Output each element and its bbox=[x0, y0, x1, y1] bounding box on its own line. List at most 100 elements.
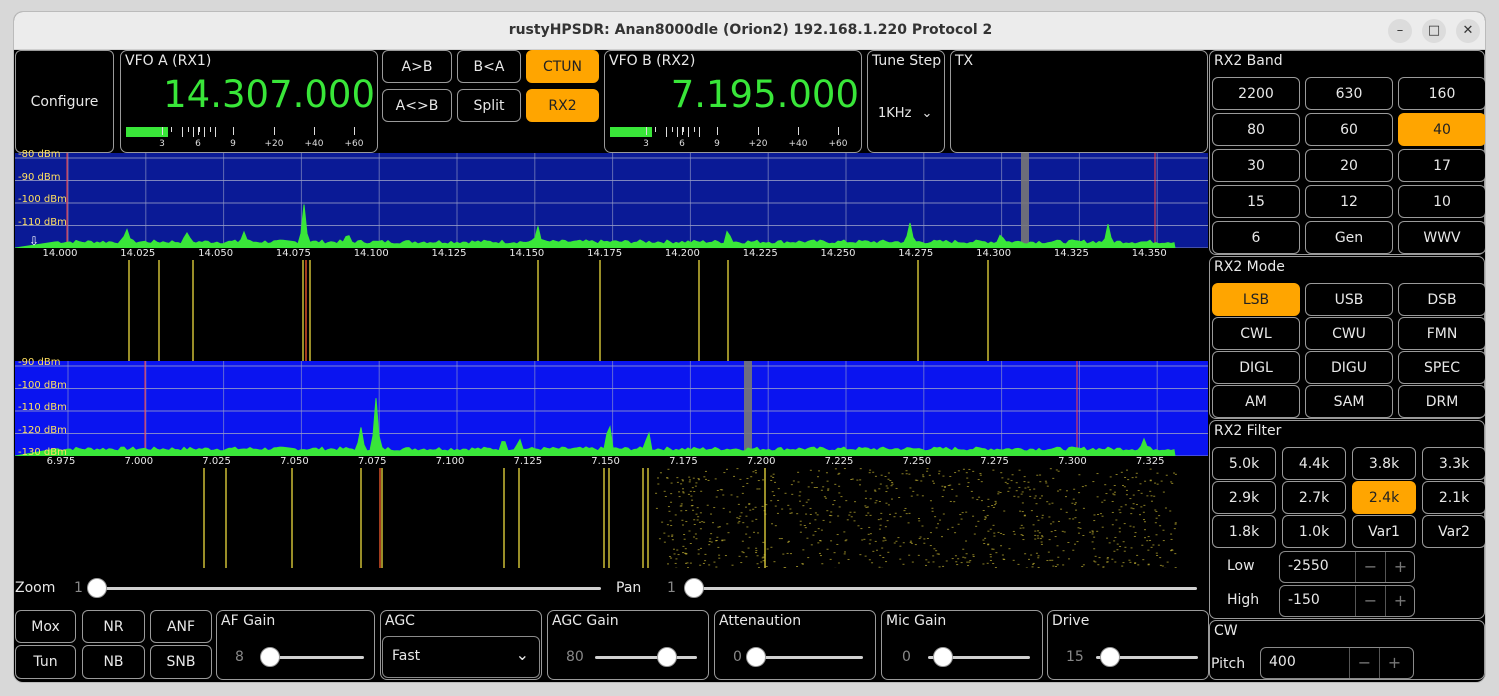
rx2-waterfall[interactable] bbox=[15, 468, 1208, 568]
waterfall-noise bbox=[1033, 497, 1036, 499]
rx1-spectrum[interactable] bbox=[15, 153, 1208, 248]
waterfall-noise bbox=[1101, 515, 1104, 517]
waterfall-noise bbox=[690, 505, 693, 507]
filter-button-2-4k[interactable]: 2.4k bbox=[1352, 481, 1416, 514]
minus-icon[interactable]: − bbox=[1355, 552, 1385, 582]
mode-button-drm[interactable]: DRM bbox=[1398, 385, 1485, 418]
filter-button-4-4k[interactable]: 4.4k bbox=[1282, 447, 1346, 480]
filter-button-var2[interactable]: Var2 bbox=[1422, 515, 1485, 548]
mox-button[interactable]: Mox bbox=[15, 610, 76, 643]
waterfall-noise bbox=[815, 486, 818, 488]
mode-button-usb[interactable]: USB bbox=[1305, 283, 1393, 316]
vfo-a-frequency[interactable]: 14.307.000 bbox=[163, 73, 375, 116]
attenuation-slider-handle[interactable] bbox=[746, 647, 766, 667]
agc-gain-slider-track[interactable] bbox=[595, 656, 697, 659]
waterfall-noise bbox=[1045, 482, 1048, 484]
b-to-a-button[interactable]: B<A bbox=[457, 50, 521, 83]
vfo-b-frequency[interactable]: 7.195.000 bbox=[671, 73, 859, 116]
filter-button-var1[interactable]: Var1 bbox=[1352, 515, 1416, 548]
snb-button[interactable]: SNB bbox=[150, 645, 212, 679]
a-to-b-button[interactable]: A>B bbox=[382, 50, 452, 83]
mode-button-digu[interactable]: DIGU bbox=[1305, 351, 1393, 384]
maximize-icon[interactable]: □ bbox=[1422, 19, 1446, 43]
mode-button-spec[interactable]: SPEC bbox=[1398, 351, 1485, 384]
filter-low-stepper[interactable]: -2550 − + bbox=[1279, 551, 1415, 583]
band-button-40[interactable]: 40 bbox=[1398, 113, 1485, 146]
mode-button-fmn[interactable]: FMN bbox=[1398, 317, 1485, 350]
split-button[interactable]: Split bbox=[457, 89, 521, 122]
rx2-button[interactable]: RX2 bbox=[526, 89, 599, 122]
filter-button-1-8k[interactable]: 1.8k bbox=[1212, 515, 1276, 548]
filter-button-2-7k[interactable]: 2.7k bbox=[1282, 481, 1346, 514]
filter-button-3-8k[interactable]: 3.8k bbox=[1352, 447, 1416, 480]
waterfall-noise bbox=[881, 547, 884, 549]
configure-button[interactable]: Configure bbox=[15, 50, 114, 153]
mode-button-digl[interactable]: DIGL bbox=[1212, 351, 1300, 384]
band-button-160[interactable]: 160 bbox=[1398, 77, 1485, 110]
ctun-button[interactable]: CTUN bbox=[526, 50, 599, 83]
filter-button-2-1k[interactable]: 2.1k bbox=[1422, 481, 1485, 514]
waterfall-noise bbox=[880, 512, 883, 514]
filter-button-5-0k[interactable]: 5.0k bbox=[1212, 447, 1276, 480]
nr-button[interactable]: NR bbox=[82, 610, 145, 643]
minimize-icon[interactable]: – bbox=[1388, 19, 1412, 43]
mode-button-cwl[interactable]: CWL bbox=[1212, 317, 1300, 350]
af-gain-slider-handle[interactable] bbox=[260, 647, 280, 667]
waterfall-noise bbox=[1010, 480, 1013, 482]
mode-button-sam[interactable]: SAM bbox=[1305, 385, 1393, 418]
anf-button[interactable]: ANF bbox=[150, 610, 212, 643]
mode-button-am[interactable]: AM bbox=[1212, 385, 1300, 418]
down-arrow-icon[interactable]: ⇩ bbox=[29, 234, 39, 248]
attenuation-slider-track[interactable] bbox=[755, 656, 863, 659]
waterfall-noise bbox=[902, 563, 905, 565]
band-button-30[interactable]: 30 bbox=[1212, 149, 1300, 182]
band-button-12[interactable]: 12 bbox=[1305, 185, 1393, 218]
pan-slider-track[interactable] bbox=[694, 587, 1197, 590]
band-button-630[interactable]: 630 bbox=[1305, 77, 1393, 110]
band-button-2200[interactable]: 2200 bbox=[1212, 77, 1300, 110]
waterfall-noise bbox=[781, 508, 784, 510]
mic-gain-slider-handle[interactable] bbox=[933, 647, 953, 667]
band-button-15[interactable]: 15 bbox=[1212, 185, 1300, 218]
band-button-17[interactable]: 17 bbox=[1398, 149, 1485, 182]
plus-icon[interactable]: + bbox=[1385, 552, 1415, 582]
mode-button-lsb[interactable]: LSB bbox=[1212, 283, 1300, 316]
agc-gain-slider-handle[interactable] bbox=[657, 647, 677, 667]
band-button-wwv[interactable]: WWV bbox=[1398, 221, 1485, 254]
band-button-60[interactable]: 60 bbox=[1305, 113, 1393, 146]
band-button-20[interactable]: 20 bbox=[1305, 149, 1393, 182]
band-button-gen[interactable]: Gen bbox=[1305, 221, 1393, 254]
pan-slider-handle[interactable] bbox=[684, 578, 704, 598]
rx1-waterfall[interactable] bbox=[15, 260, 1208, 361]
plus-icon[interactable]: + bbox=[1385, 586, 1415, 616]
swap-vfo-button[interactable]: A<>B bbox=[382, 89, 452, 122]
plus-icon[interactable]: + bbox=[1379, 648, 1409, 678]
band-button-10[interactable]: 10 bbox=[1398, 185, 1485, 218]
band-button-80[interactable]: 80 bbox=[1212, 113, 1300, 146]
filter-button-3-3k[interactable]: 3.3k bbox=[1422, 447, 1485, 480]
waterfall-noise bbox=[957, 470, 960, 472]
waterfall-noise bbox=[1099, 513, 1102, 515]
waterfall-noise bbox=[956, 564, 959, 566]
filter-button-1-0k[interactable]: 1.0k bbox=[1282, 515, 1346, 548]
tune-step-select[interactable]: 1KHz ⌄ bbox=[878, 106, 932, 121]
waterfall-noise bbox=[986, 514, 989, 516]
waterfall-noise bbox=[1135, 476, 1138, 478]
nb-button[interactable]: NB bbox=[82, 645, 145, 679]
filter-high-stepper[interactable]: -150 − + bbox=[1279, 585, 1415, 617]
waterfall-noise bbox=[1023, 476, 1026, 478]
agc-select[interactable]: Fast ⌄ bbox=[382, 636, 540, 678]
mode-button-cwu[interactable]: CWU bbox=[1305, 317, 1393, 350]
minus-icon[interactable]: − bbox=[1355, 586, 1385, 616]
band-button-6[interactable]: 6 bbox=[1212, 221, 1300, 254]
cw-pitch-stepper[interactable]: 400 − + bbox=[1260, 647, 1414, 679]
filter-button-2-9k[interactable]: 2.9k bbox=[1212, 481, 1276, 514]
close-icon[interactable]: ✕ bbox=[1456, 19, 1480, 43]
zoom-slider-handle[interactable] bbox=[87, 578, 107, 598]
rx2-spectrum[interactable] bbox=[15, 361, 1208, 456]
drive-slider-handle[interactable] bbox=[1100, 647, 1120, 667]
mode-button-dsb[interactable]: DSB bbox=[1398, 283, 1485, 316]
tun-button[interactable]: Tun bbox=[15, 645, 76, 679]
minus-icon[interactable]: − bbox=[1349, 648, 1379, 678]
zoom-slider-track[interactable] bbox=[96, 587, 601, 590]
